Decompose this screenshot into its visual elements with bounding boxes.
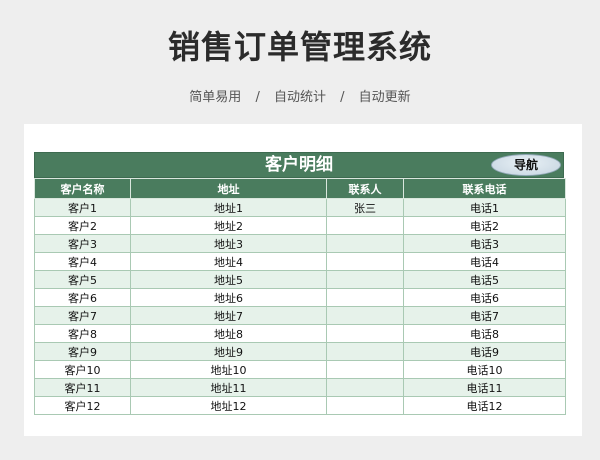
- cell-address[interactable]: 地址11: [130, 378, 327, 397]
- cell-address[interactable]: 地址8: [130, 324, 327, 343]
- cell-phone[interactable]: 电话10: [403, 360, 566, 379]
- cell-phone[interactable]: 电话7: [403, 306, 566, 325]
- table-row: 客户11 地址11 电话11: [34, 378, 566, 397]
- column-header-contact[interactable]: 联系人: [326, 178, 404, 199]
- cell-address[interactable]: 地址2: [130, 216, 327, 235]
- table-row: 客户5 地址5 电话5: [34, 270, 566, 289]
- table-row: 客户4 地址4 电话4: [34, 252, 566, 271]
- table-row: 客户6 地址6 电话6: [34, 288, 566, 307]
- cell-customer-name[interactable]: 客户10: [34, 360, 131, 379]
- cell-contact[interactable]: [326, 396, 404, 415]
- subtitle-item-1: 简单易用: [189, 90, 242, 105]
- subtitle-separator: /: [255, 90, 260, 105]
- header-area: 销售订单管理系统 简单易用 / 自动统计 / 自动更新: [0, 0, 600, 122]
- cell-address[interactable]: 地址5: [130, 270, 327, 289]
- cell-customer-name[interactable]: 客户8: [34, 324, 131, 343]
- cell-customer-name[interactable]: 客户7: [34, 306, 131, 325]
- table-row: 客户12 地址12 电话12: [34, 396, 566, 415]
- table-row: 客户8 地址8 电话8: [34, 324, 566, 343]
- column-header-phone[interactable]: 联系电话: [403, 178, 566, 199]
- spreadsheet-sheet: 客户明细 导航 客户名称 地址 联系人 联系电话 客户1 地址1 张三 电话1 客户2 地…: [24, 124, 582, 436]
- subtitle-item-3: 自动更新: [358, 90, 411, 105]
- cell-address[interactable]: 地址6: [130, 288, 327, 307]
- cell-address[interactable]: 地址4: [130, 252, 327, 271]
- table-row: 客户2 地址2 电话2: [34, 216, 566, 235]
- cell-customer-name[interactable]: 客户9: [34, 342, 131, 361]
- cell-customer-name[interactable]: 客户3: [34, 234, 131, 253]
- cell-address[interactable]: 地址3: [130, 234, 327, 253]
- cell-contact[interactable]: [326, 270, 404, 289]
- cell-phone[interactable]: 电话2: [403, 216, 566, 235]
- cell-contact[interactable]: [326, 378, 404, 397]
- customer-table-wrap: 客户明细 导航 客户名称 地址 联系人 联系电话 客户1 地址1 张三 电话1 客户2 地…: [34, 152, 566, 415]
- page-title: 销售订单管理系统: [167, 28, 432, 66]
- cell-contact[interactable]: [326, 342, 404, 361]
- subtitle-item-2: 自动统计: [273, 90, 326, 105]
- cell-contact[interactable]: 张三: [326, 198, 404, 217]
- cell-address[interactable]: 地址1: [130, 198, 327, 217]
- cell-address[interactable]: 地址7: [130, 306, 327, 325]
- table-row: 客户10 地址10 电话10: [34, 360, 566, 379]
- cell-contact[interactable]: [326, 234, 404, 253]
- column-header-address[interactable]: 地址: [130, 178, 327, 199]
- cell-phone[interactable]: 电话12: [403, 396, 566, 415]
- cell-customer-name[interactable]: 客户5: [34, 270, 131, 289]
- cell-contact[interactable]: [326, 306, 404, 325]
- cell-phone[interactable]: 电话3: [403, 234, 566, 253]
- table-row: 客户9 地址9 电话9: [34, 342, 566, 361]
- column-header-customer-name[interactable]: 客户名称: [34, 178, 131, 199]
- cell-address[interactable]: 地址9: [130, 342, 327, 361]
- cell-customer-name[interactable]: 客户11: [34, 378, 131, 397]
- cell-customer-name[interactable]: 客户12: [34, 396, 131, 415]
- table-row: 客户3 地址3 电话3: [34, 234, 566, 253]
- table-body: 客户1 地址1 张三 电话1 客户2 地址2 电话2 客户3 地址3 电话3 客户4 地址4 电话4 客户…: [34, 198, 566, 415]
- table-header-row: 客户名称 地址 联系人 联系电话: [34, 178, 566, 199]
- table-title-bar: 客户明细 导航: [34, 152, 564, 178]
- customer-table: 客户名称 地址 联系人 联系电话 客户1 地址1 张三 电话1 客户2 地址2 电话2 客户3…: [34, 178, 566, 415]
- cell-contact[interactable]: [326, 252, 404, 271]
- cell-contact[interactable]: [326, 288, 404, 307]
- cell-customer-name[interactable]: 客户4: [34, 252, 131, 271]
- cell-address[interactable]: 地址10: [130, 360, 327, 379]
- cell-phone[interactable]: 电话9: [403, 342, 566, 361]
- table-row: 客户7 地址7 电话7: [34, 306, 566, 325]
- cell-customer-name[interactable]: 客户2: [34, 216, 131, 235]
- subtitle: 简单易用 / 自动统计 / 自动更新: [0, 86, 600, 105]
- cell-customer-name[interactable]: 客户6: [34, 288, 131, 307]
- cell-customer-name[interactable]: 客户1: [34, 198, 131, 217]
- subtitle-separator: /: [340, 90, 345, 105]
- cell-address[interactable]: 地址12: [130, 396, 327, 415]
- cell-contact[interactable]: [326, 360, 404, 379]
- cell-phone[interactable]: 电话11: [403, 378, 566, 397]
- cell-phone[interactable]: 电话5: [403, 270, 566, 289]
- cell-contact[interactable]: [326, 324, 404, 343]
- cell-contact[interactable]: [326, 216, 404, 235]
- cell-phone[interactable]: 电话8: [403, 324, 566, 343]
- cell-phone[interactable]: 电话6: [403, 288, 566, 307]
- cell-phone[interactable]: 电话4: [403, 252, 566, 271]
- nav-button[interactable]: 导航: [491, 154, 561, 176]
- table-row: 客户1 地址1 张三 电话1: [34, 198, 566, 217]
- table-title: 客户明细: [265, 155, 333, 175]
- cell-phone[interactable]: 电话1: [403, 198, 566, 217]
